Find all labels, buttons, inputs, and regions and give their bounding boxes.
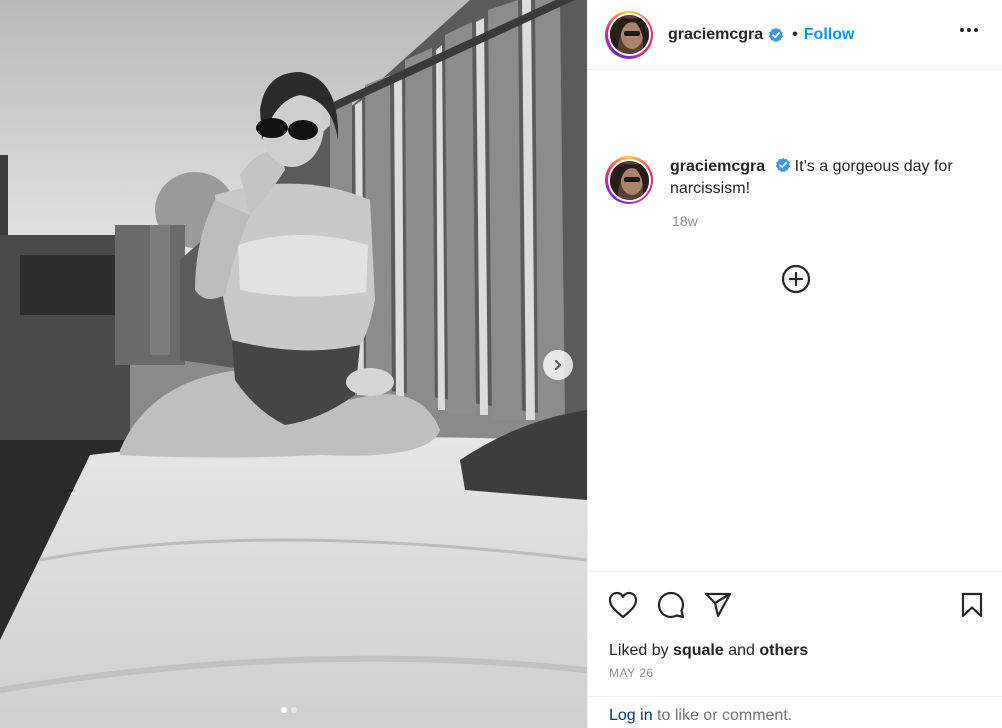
login-prompt: Log in to like or comment.	[588, 696, 1002, 728]
login-link[interactable]: Log in	[609, 707, 653, 724]
carousel-indicator	[281, 707, 297, 713]
comment-icon[interactable]	[657, 591, 685, 619]
separator-dot: •	[792, 25, 798, 43]
likes-summary: Liked by squale and others	[609, 642, 808, 660]
follow-button[interactable]: Follow	[804, 26, 855, 44]
comments-area: graciemcgra It’s a gorgeous day for narc…	[588, 70, 1002, 570]
caption-username[interactable]: graciemcgra	[670, 158, 765, 175]
liked-by-others[interactable]: others	[759, 642, 808, 659]
post-actions: Liked by squale and others MAY 26 Log in…	[588, 571, 1002, 728]
verified-badge-icon	[768, 27, 784, 42]
avatar-image	[609, 15, 649, 54]
caption-row: graciemcgra It’s a gorgeous day for narc…	[605, 156, 970, 204]
post-media[interactable]	[0, 0, 587, 728]
chevron-right-icon	[555, 360, 561, 370]
post-timestamp[interactable]: 18w	[672, 213, 698, 229]
carousel-dot	[291, 707, 297, 713]
verified-badge-icon	[775, 157, 790, 173]
caption-avatar[interactable]	[605, 156, 653, 204]
heart-icon[interactable]	[608, 591, 638, 619]
post-date[interactable]: MAY 26	[609, 666, 654, 680]
more-options-icon[interactable]	[960, 28, 978, 32]
carousel-dot-active	[281, 707, 287, 713]
caption: graciemcgra It’s a gorgeous day for narc…	[670, 156, 970, 204]
post-header: graciemcgra • Follow	[588, 0, 1002, 70]
liked-by-prefix: Liked by	[609, 642, 669, 659]
bookmark-icon[interactable]	[960, 592, 984, 618]
liked-by-and: and	[728, 642, 755, 659]
post-photo	[0, 0, 587, 728]
liked-by-user[interactable]: squale	[673, 642, 724, 659]
add-comment-icon[interactable]	[781, 264, 811, 294]
post-sidebar: graciemcgra • Follow graciemcgra It’s a …	[587, 0, 1002, 728]
username-link[interactable]: graciemcgra	[668, 26, 763, 44]
login-suffix: to like or comment.	[657, 707, 793, 724]
share-icon[interactable]	[704, 592, 732, 618]
avatar[interactable]	[605, 10, 653, 59]
caption-avatar-image	[609, 160, 649, 200]
next-slide-button[interactable]	[543, 350, 573, 380]
